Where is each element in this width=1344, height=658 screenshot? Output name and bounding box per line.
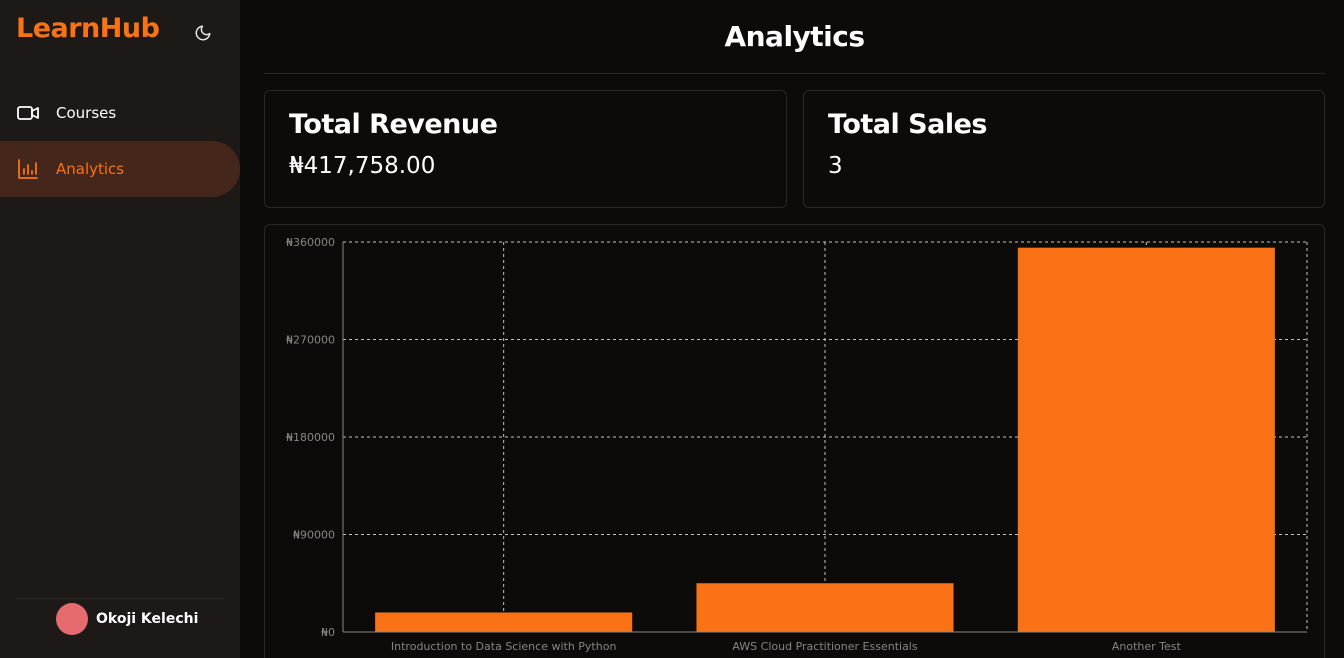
divider — [264, 73, 1325, 74]
x-tick-label: AWS Cloud Practitioner Essentials — [732, 640, 917, 653]
sidebar-item-courses[interactable]: Courses — [0, 85, 240, 141]
y-tick-label: ₦90000 — [293, 529, 335, 542]
card-title: Total Revenue — [289, 109, 498, 140]
y-tick-label: ₦0 — [321, 626, 335, 639]
sidebar-item-label: Analytics — [56, 160, 125, 178]
sidebar-item-analytics[interactable]: Analytics — [0, 141, 240, 197]
user-profile[interactable]: Okoji Kelechi — [56, 603, 198, 635]
total-sales-value: 3 — [828, 153, 843, 179]
card-title: Total Sales — [828, 109, 987, 140]
y-tick-label: ₦360000 — [286, 236, 335, 249]
video-camera-icon — [16, 101, 40, 125]
y-tick-label: ₦270000 — [286, 334, 335, 347]
sidebar-item-label: Courses — [56, 104, 117, 122]
theme-toggle-button[interactable] — [192, 22, 214, 44]
x-tick-label: Introduction to Data Science with Python — [391, 640, 617, 653]
revenue-chart-card: ₦0 ₦90000 ₦180000 ₦270000 ₦360000 Introductio… — [264, 224, 1325, 658]
chart-bar — [696, 583, 954, 632]
total-revenue-value: ₦417,758.00 — [289, 153, 436, 179]
avatar[interactable] — [56, 603, 88, 635]
brand-logo[interactable]: LearnHub — [16, 13, 160, 44]
moon-icon — [195, 25, 211, 41]
page-title: Analytics — [724, 20, 865, 53]
total-sales-card: Total Sales 3 — [803, 90, 1325, 208]
x-tick-label: Another Test — [1112, 640, 1182, 653]
divider — [16, 598, 224, 599]
revenue-bar-chart: ₦0 ₦90000 ₦180000 ₦270000 ₦360000 Introductio… — [286, 236, 1308, 653]
y-tick-label: ₦180000 — [286, 431, 335, 444]
chart-bar — [1017, 247, 1275, 632]
user-name: Okoji Kelechi — [96, 611, 199, 627]
total-revenue-card: Total Revenue ₦417,758.00 — [264, 90, 787, 208]
bar-chart-icon — [16, 157, 40, 181]
sidebar: LearnHub Courses Analytics Okoji Kelechi — [0, 0, 240, 658]
chart-bar — [375, 612, 633, 632]
